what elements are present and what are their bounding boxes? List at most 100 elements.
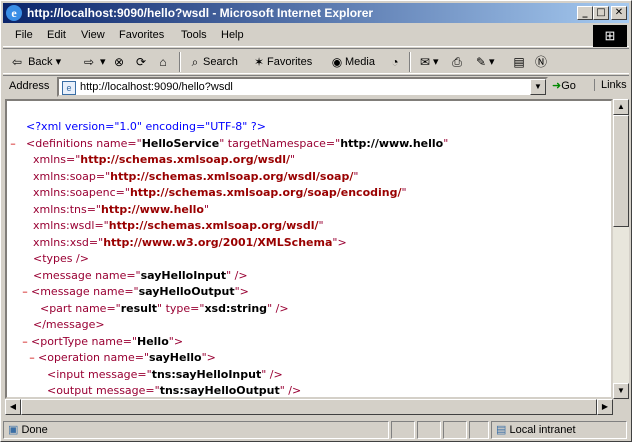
toolbar-separator — [179, 52, 181, 72]
menu-favorites[interactable]: Favorites — [119, 29, 164, 41]
forward-arrow-icon: ⇨ — [83, 55, 95, 70]
go-arrow-icon: ➜ — [552, 80, 562, 92]
vertical-scrollbar[interactable]: ▲ ▼ — [613, 99, 629, 399]
menu-edit[interactable]: Edit — [47, 29, 66, 41]
status-panel — [443, 421, 467, 439]
xml-attr: xmlns:soap=" — [33, 169, 111, 183]
xml-line: <message name="sayHelloInput" /> — [7, 268, 448, 285]
ie-logo-icon: e — [6, 5, 22, 21]
media-button[interactable]: ◉ Media — [329, 53, 375, 71]
menu-help[interactable]: Help — [221, 29, 244, 41]
print-button[interactable]: ⎙ — [449, 53, 465, 71]
home-button[interactable]: ⌂ — [155, 53, 171, 71]
address-label: Address — [9, 80, 50, 92]
zone-text: Local intranet — [509, 424, 576, 436]
xml-line: xmlns:soapenc="http://schemas.xmlsoap.or… — [7, 185, 448, 202]
minimize-button[interactable]: _ — [577, 6, 593, 20]
xml-line: <output message="tns:sayHelloOutput" /> — [7, 383, 448, 397]
refresh-icon: ⟳ — [135, 55, 147, 70]
title-bar[interactable]: e http://localhost:9090/hello?wsdl - Mic… — [3, 3, 629, 23]
stop-button[interactable]: ⊗ — [111, 53, 127, 71]
xml-ns-value: http://schemas.xmlsoap.org/wsdl/soap/ — [110, 169, 354, 183]
xml-tag: "> — [168, 334, 184, 348]
xml-attr-value: http://www.hello — [340, 136, 444, 150]
xml-line: </message> — [7, 317, 448, 334]
xml-tag: " — [401, 186, 407, 199]
xml-line: xmlns:soap="http://schemas.xmlsoap.org/w… — [7, 169, 448, 186]
search-label: Search — [203, 56, 238, 68]
horizontal-scrollbar[interactable]: ◀ ▶ — [5, 399, 613, 415]
xml-tag: <definitions name=" — [26, 136, 142, 150]
xml-content-pane[interactable]: <?xml version="1.0" encoding="UTF-8" ?> … — [5, 99, 613, 399]
forward-button[interactable]: ⇨ ▾ — [81, 53, 106, 71]
close-button[interactable]: ✕ — [611, 6, 627, 20]
stop-icon: ⊗ — [113, 55, 125, 70]
scroll-up-button[interactable]: ▲ — [613, 99, 629, 115]
xml-attr: xmlns:xsd=" — [33, 235, 104, 249]
address-bar: Address e http://localhost:9090/hello?ws… — [3, 75, 629, 97]
window-title: http://localhost:9090/hello?wsdl - Micro… — [27, 6, 374, 20]
edit-icon: ✎ — [475, 55, 487, 70]
xml-attr-value: tns:sayHelloInput — [151, 367, 262, 381]
back-arrow-icon: ⇦ — [11, 55, 23, 70]
xml-ns-value: http://schemas.xmlsoap.org/wsdl/ — [80, 153, 291, 166]
windows-logo-icon: ⊞ — [593, 25, 627, 47]
xml-tag: <message name=" — [31, 285, 139, 298]
xml-tag: <part name=" — [39, 301, 121, 315]
scroll-down-button[interactable]: ▼ — [613, 383, 629, 399]
go-label: Go — [561, 80, 576, 92]
scroll-left-button[interactable]: ◀ — [5, 399, 21, 415]
links-button[interactable]: Links — [594, 79, 627, 91]
search-button[interactable]: ⌕ Search — [187, 53, 238, 71]
menu-bar: File Edit View Favorites Tools Help ⊞ — [3, 25, 629, 47]
favorites-button[interactable]: ✶ Favorites — [251, 53, 312, 71]
xml-tag: "> — [201, 351, 216, 364]
xml-ns-value: http://schemas.xmlsoap.org/wsdl/ — [108, 219, 319, 232]
horizontal-scroll-thumb[interactable] — [21, 399, 597, 415]
xml-attr-value: sayHello — [149, 351, 202, 364]
menu-file[interactable]: File — [15, 29, 33, 41]
xml-attr: xmlns:tns=" — [33, 202, 101, 216]
xml-ns-value: http://www.w3.org/2001/XMLSchema — [103, 235, 333, 249]
vertical-scroll-thumb[interactable] — [613, 115, 629, 227]
xml-tag: " /> — [226, 268, 248, 282]
collapse-toggle[interactable]: – — [19, 284, 31, 301]
xml-attr-value: sayHelloInput — [140, 268, 227, 282]
xml-line: <types /> — [7, 251, 448, 268]
collapse-toggle[interactable]: – — [19, 334, 31, 351]
xml-attr-value: result — [120, 301, 158, 315]
intranet-icon: ▤ — [496, 424, 507, 436]
collapse-toggle[interactable]: – — [26, 350, 38, 367]
menu-tools[interactable]: Tools — [181, 29, 207, 41]
xml-tag: " — [318, 219, 324, 232]
media-label: Media — [345, 56, 375, 68]
mail-button[interactable]: ✉ ▾ — [417, 53, 439, 71]
maximize-button[interactable]: □ — [593, 6, 609, 20]
xml-tag: " — [353, 169, 359, 183]
xml-tag: " targetNamespace=" — [219, 136, 341, 150]
xml-tag: " — [443, 136, 449, 150]
address-dropdown-button[interactable]: ▼ — [530, 79, 546, 95]
xml-line: – <message name="sayHelloOutput"> — [7, 284, 448, 301]
xml-tag: " /> — [267, 301, 289, 315]
refresh-button[interactable]: ⟳ — [133, 53, 149, 71]
page-done-icon: ▣ — [8, 424, 19, 436]
xml-tag: "> — [332, 235, 347, 249]
menu-view[interactable]: View — [81, 29, 105, 41]
scroll-right-button[interactable]: ▶ — [597, 399, 613, 415]
collapse-toggle[interactable]: – — [7, 136, 19, 153]
mail-icon: ✉ — [419, 55, 431, 70]
messenger-button[interactable]: Ⓝ — [533, 53, 549, 71]
xml-ns-value: http://schemas.xmlsoap.org/soap/encoding… — [129, 186, 402, 199]
edit-button[interactable]: ✎ ▾ — [473, 53, 495, 71]
xml-line: <input message="tns:sayHelloInput" /> — [7, 367, 448, 384]
xml-tag: <types /> — [33, 252, 89, 265]
print-icon: ⎙ — [452, 55, 462, 70]
go-button[interactable]: ➜Go — [552, 79, 576, 92]
back-label: Back — [28, 56, 53, 68]
discuss-button[interactable]: ▤ — [511, 53, 527, 71]
back-button[interactable]: ⇦ Back ▾ — [9, 53, 61, 71]
messenger-icon: Ⓝ — [534, 55, 547, 70]
address-input[interactable]: e http://localhost:9090/hello?wsdl ▼ — [57, 77, 548, 97]
history-button[interactable]: ◔ — [387, 53, 403, 71]
